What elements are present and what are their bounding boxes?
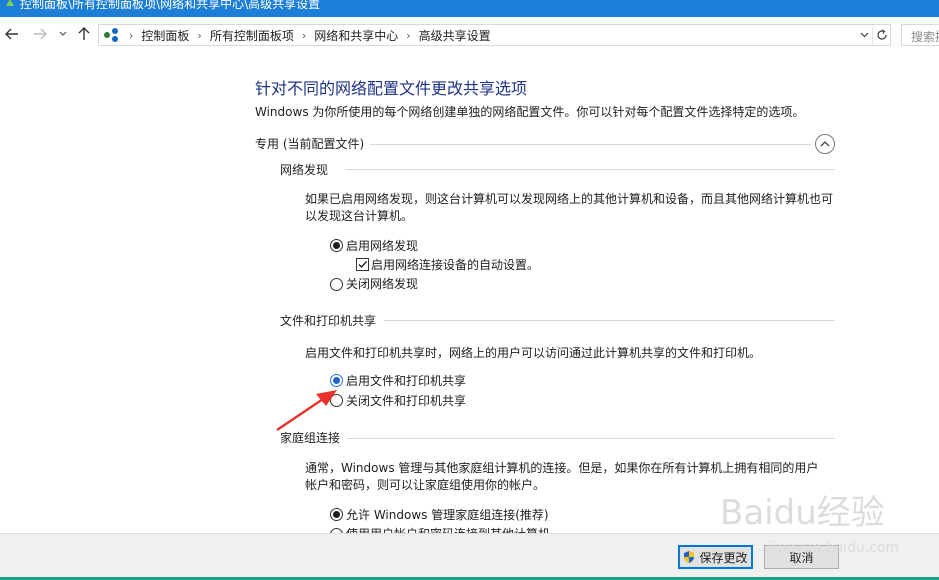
section-title-homegroup: 家庭组连接 <box>280 431 341 445</box>
refresh-button[interactable] <box>872 25 891 45</box>
address-bar[interactable]: › 控制面板 › 所有控制面板项 › 网络和共享中心 › 高级共享设置 <box>98 24 891 46</box>
file-printer-off-radio[interactable] <box>330 394 343 407</box>
file-printer-on-label[interactable]: 启用文件和打印机共享 <box>346 372 466 389</box>
network-icon <box>104 28 118 42</box>
homegroup-allow-radio[interactable] <box>330 508 343 521</box>
window-title: 控制面板\所有控制面板项\网络和共享中心\高级共享设置 <box>20 0 321 11</box>
checkmark-icon <box>358 261 368 269</box>
up-arrow-icon <box>78 27 90 40</box>
crumb-separator-icon: › <box>406 28 411 42</box>
forward-arrow-icon <box>34 28 47 40</box>
breadcrumb-advanced-sharing[interactable]: 高级共享设置 <box>419 27 491 44</box>
chevron-down-icon <box>59 31 67 36</box>
section-divider <box>384 320 835 321</box>
cancel-button[interactable]: 取消 <box>764 545 839 569</box>
save-changes-button[interactable]: 保存更改 <box>678 545 753 569</box>
main-content: 针对不同的网络配置文件更改共享选项 Windows 为你所使用的每个网络创建单独… <box>0 51 939 533</box>
page-description: Windows 为你所使用的每个网络创建单独的网络配置文件。你可以针对每个配置文… <box>255 105 805 119</box>
homegroup-text: 通常，Windows 管理与其他家庭组计算机的连接。但是，如果你在所有计算机上拥… <box>305 461 819 492</box>
file-printer-off-label[interactable]: 关闭文件和打印机共享 <box>346 392 466 409</box>
profile-divider <box>370 144 811 145</box>
refresh-icon <box>877 29 887 40</box>
save-changes-label: 保存更改 <box>699 550 748 565</box>
homegroup-allow-label[interactable]: 允许 Windows 管理家庭组连接(推荐) <box>346 506 549 523</box>
crumb-separator-icon: › <box>301 28 307 42</box>
search-input[interactable]: 搜索控 <box>901 24 939 46</box>
back-button[interactable] <box>2 23 22 45</box>
footer-bar: 保存更改 取消 <box>0 533 939 580</box>
network-discovery-text: 如果已启用网络发现，则这台计算机可以发现网络上的其他计算机和设备，而且其他网络计… <box>305 192 834 223</box>
recent-locations-button[interactable] <box>55 23 71 45</box>
title-bar: 控制面板\所有控制面板项\网络和共享中心\高级共享设置 <box>0 0 939 17</box>
file-printer-text: 启用文件和打印机共享时，网络上的用户可以访问通过此计算机共享的文件和打印机。 <box>305 346 762 360</box>
crumb-separator-icon: › <box>129 28 134 42</box>
chevron-down-icon <box>860 32 868 38</box>
chevron-up-icon <box>820 141 830 147</box>
back-arrow-icon <box>5 28 18 40</box>
auto-setup-label[interactable]: 启用网络连接设备的自动设置。 <box>371 256 539 273</box>
section-divider <box>345 169 835 170</box>
network-discovery-off-label[interactable]: 关闭网络发现 <box>346 275 418 292</box>
forward-button[interactable] <box>30 23 50 45</box>
network-discovery-on-radio[interactable] <box>330 239 343 252</box>
network-discovery-on-label[interactable]: 启用网络发现 <box>346 237 418 254</box>
page-title: 针对不同的网络配置文件更改共享选项 <box>255 79 528 98</box>
section-title-network-discovery: 网络发现 <box>280 163 329 177</box>
breadcrumb-network-center[interactable]: 网络和共享中心 <box>314 27 398 44</box>
crumb-separator-icon: › <box>197 28 202 42</box>
address-dropdown-button[interactable] <box>856 25 872 45</box>
navigation-bar: › 控制面板 › 所有控制面板项 › 网络和共享中心 › 高级共享设置 搜索控 <box>0 17 939 51</box>
section-title-file-printer: 文件和打印机共享 <box>280 314 377 328</box>
section-divider <box>347 438 835 439</box>
collapse-profile-button[interactable] <box>815 134 835 154</box>
control-panel-icon <box>6 0 14 6</box>
breadcrumb-all-items[interactable]: 所有控制面板项 <box>210 27 294 44</box>
auto-setup-checkbox[interactable] <box>356 258 369 271</box>
profile-header[interactable]: 专用 (当前配置文件) <box>255 135 364 152</box>
network-discovery-off-radio[interactable] <box>330 278 343 291</box>
breadcrumb: › 控制面板 › 所有控制面板项 › 网络和共享中心 › 高级共享设置 <box>99 25 491 45</box>
breadcrumb-control-panel[interactable]: 控制面板 <box>141 27 189 44</box>
file-printer-on-radio[interactable] <box>330 374 343 387</box>
up-button[interactable] <box>74 23 94 45</box>
homegroup-use-accounts-label[interactable]: 使用用户帐户和密码连接到其他计算机 <box>346 525 550 533</box>
uac-shield-icon <box>684 551 695 563</box>
